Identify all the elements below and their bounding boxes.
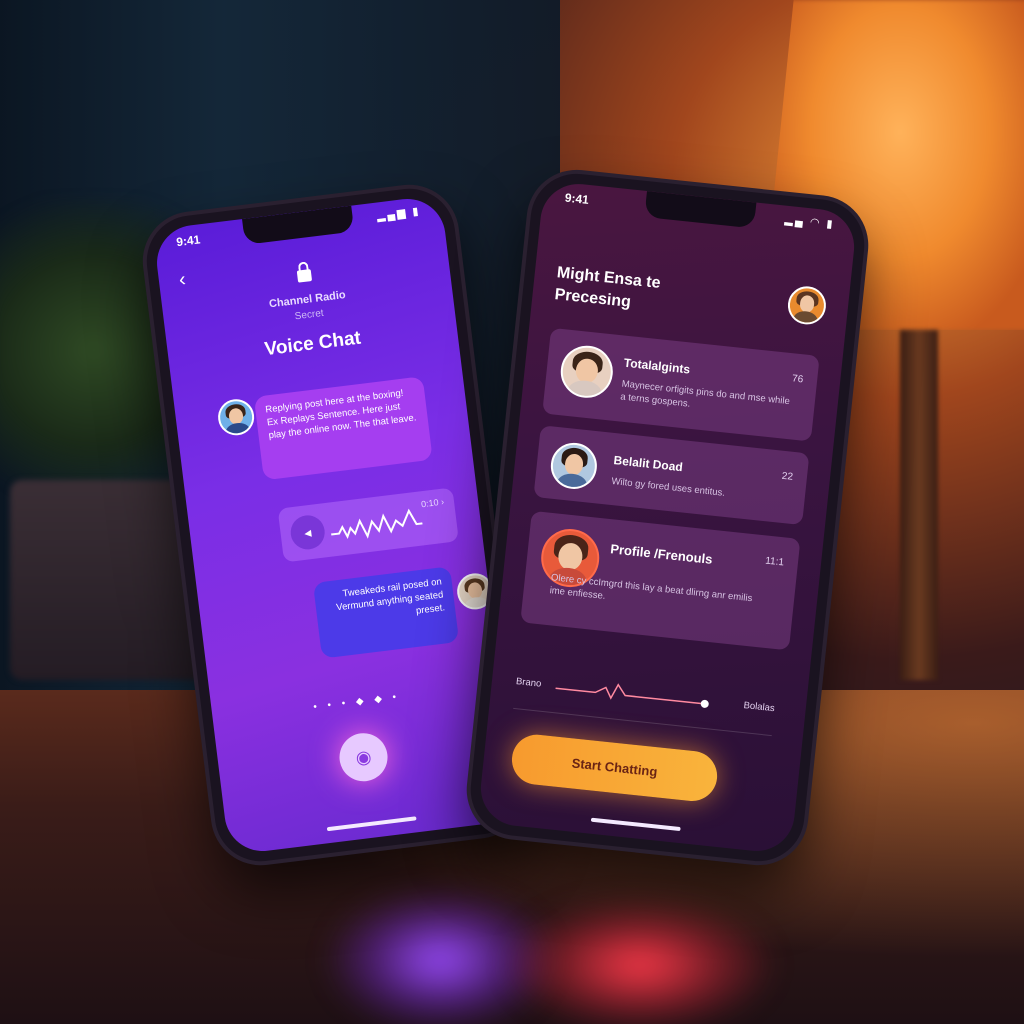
red-reflection [510, 900, 770, 1024]
avatar [558, 343, 616, 401]
status-time: 9:41 [564, 190, 590, 207]
contact-name: Profile /Frenouls [609, 541, 714, 567]
page-title: Might Ensa te Precesing [553, 264, 662, 311]
right-phone-screen: 9:41 ▂▄ ◠ ▮ Might Ensa te Precesing Tota… [477, 180, 858, 855]
start-chatting-button[interactable]: Start Chatting [509, 732, 720, 804]
slider-right-label: Bolalas [743, 700, 776, 715]
page-indicator: • • • ◆ ◆ • [312, 691, 401, 713]
contact-name: Belalit Doad [612, 453, 684, 475]
slider-thumb [700, 699, 709, 708]
photo-scene: 9:41 ▂▄▆ ▮ ‹ Channel Radio Secret Voice … [0, 0, 1024, 1024]
status-time: 9:41 [175, 232, 202, 250]
profile-avatar[interactable] [786, 284, 828, 327]
notch [643, 191, 756, 229]
contact-description: Olere cy ccImgrd this lay a beat dlirng … [549, 572, 753, 605]
back-arrow-icon[interactable]: ‹ [178, 268, 187, 292]
slider-track[interactable] [554, 674, 716, 717]
slider-left-label: Brano [515, 676, 542, 690]
play-icon[interactable]: ◂ [288, 513, 327, 552]
contact-count: 76 [791, 373, 804, 386]
signal-wifi-battery-icon: ▂▄ ◠ ▮ [784, 213, 836, 231]
home-indicator [326, 816, 417, 832]
audio-slider[interactable]: Brano Bolalas [514, 670, 786, 728]
voice-note-card[interactable]: ◂ 0:10 › [277, 487, 459, 563]
mic-button[interactable]: ◉ [336, 730, 391, 785]
contact-count: 22 [781, 470, 794, 483]
contact-name: Totalalgints [623, 355, 691, 377]
outgoing-message-bubble: Tweakeds rail posed on Vermund anything … [312, 566, 460, 659]
lamp-pole [900, 330, 938, 680]
signal-battery-icon: ▂▄▆ ▮ [376, 205, 422, 223]
contact-card[interactable]: Belalit Doad 22 Wilto gy fored uses enti… [533, 425, 810, 526]
right-phone: 9:41 ▂▄ ◠ ▮ Might Ensa te Precesing Tota… [466, 169, 869, 866]
notch [242, 205, 355, 245]
contact-card[interactable]: Totalalgints 76 Maynecer orfigits pins d… [542, 327, 820, 442]
left-phone-screen: 9:41 ▂▄▆ ▮ ‹ Channel Radio Secret Voice … [152, 194, 518, 856]
waveform-icon [331, 508, 423, 539]
lock-icon [296, 269, 313, 283]
voice-note-time: 0:10 › [420, 496, 445, 510]
avatar [548, 440, 600, 492]
avatar[interactable] [216, 397, 257, 438]
home-indicator [590, 817, 681, 832]
contact-description: Wilto gy fored uses entitus. [610, 475, 726, 499]
incoming-message-bubble: Replying post here at the boxing! Ex Rep… [253, 376, 433, 481]
contact-description: Maynecer orfigits pins do and mse while … [619, 378, 791, 410]
contact-count: 11:1 [764, 555, 785, 569]
contact-card[interactable]: Profile /Frenouls 11:1 Olere cy ccImgrd … [520, 510, 801, 651]
